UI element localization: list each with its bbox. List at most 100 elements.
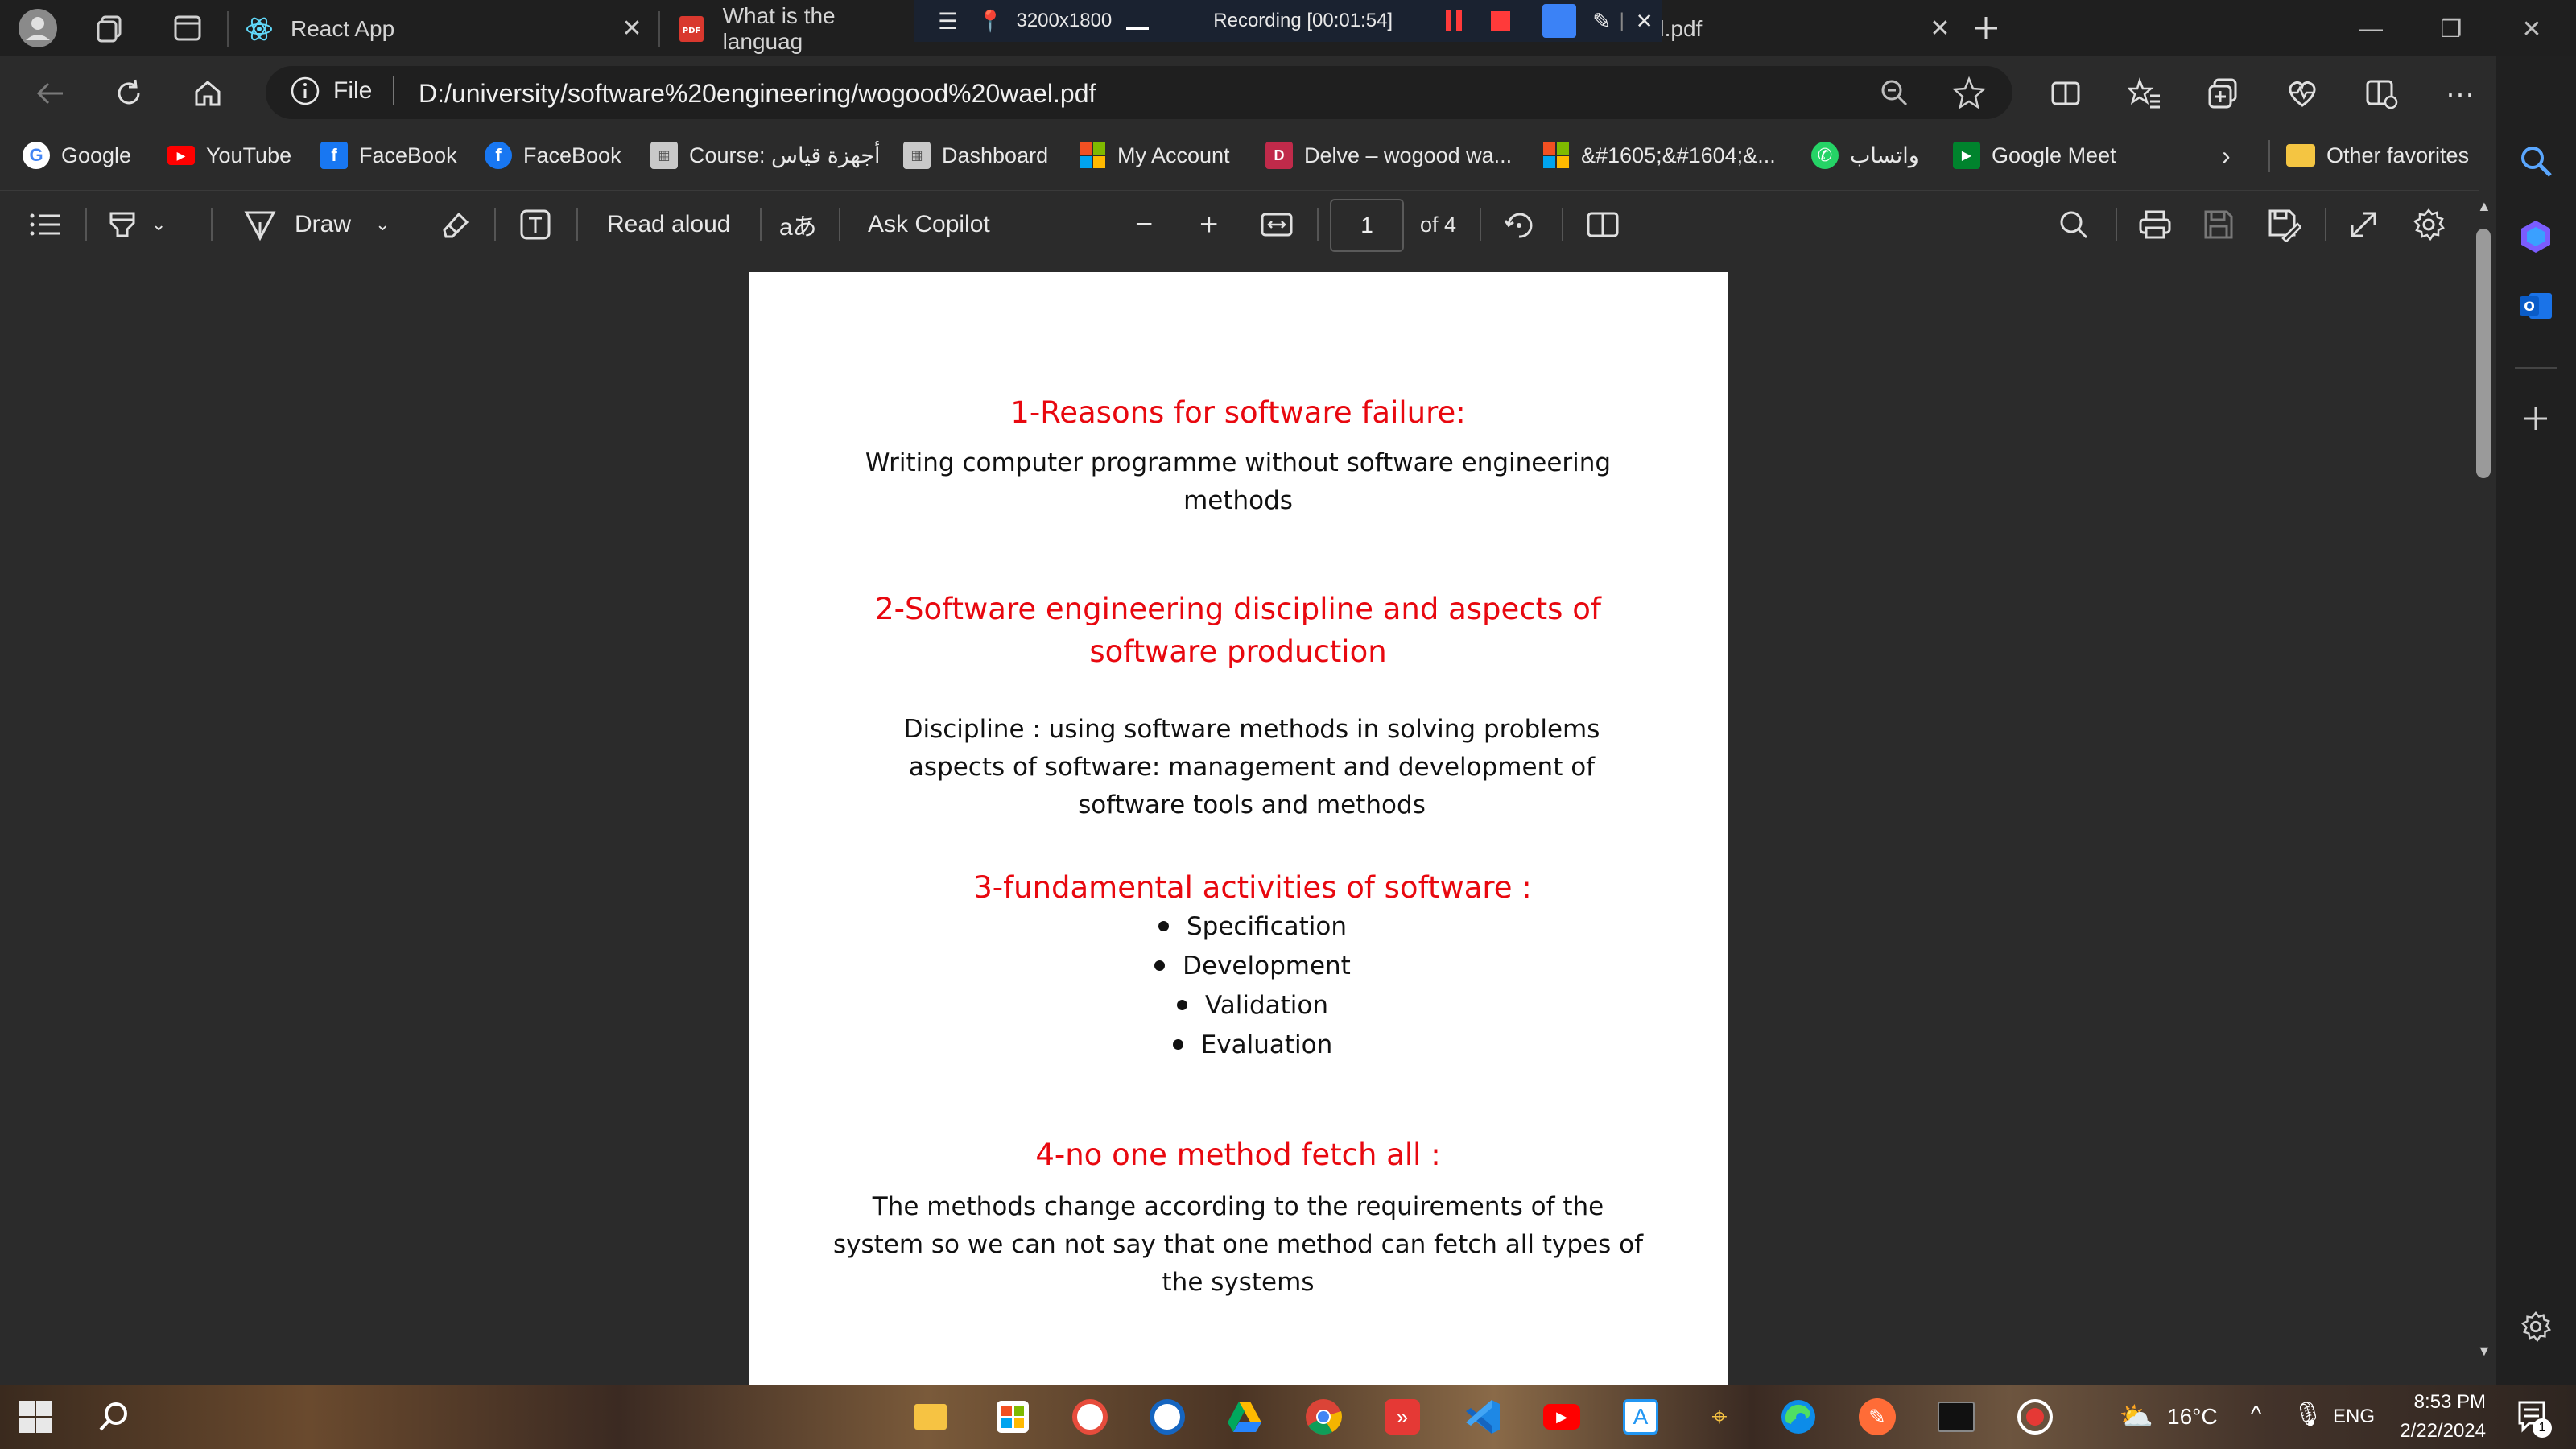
more-icon[interactable]: ···	[2438, 71, 2483, 116]
text-icon[interactable]	[518, 202, 552, 247]
app-store-icon[interactable]: A	[1618, 1394, 1663, 1439]
store-icon[interactable]	[990, 1394, 1035, 1439]
app-icon[interactable]: ⌖	[1697, 1394, 1742, 1439]
home-icon[interactable]	[185, 71, 230, 116]
restore-button[interactable]: ❐	[2415, 6, 2487, 52]
sidebar-settings-icon[interactable]	[2512, 1302, 2560, 1351]
terminal-icon[interactable]	[1934, 1394, 1979, 1439]
taskbar-search-icon[interactable]	[92, 1394, 137, 1439]
pen-icon[interactable]: ✎	[1592, 8, 1611, 35]
tab-language[interactable]: PDF What is the languag	[678, 3, 919, 54]
postman-icon[interactable]: ✎	[1855, 1394, 1900, 1439]
search-icon[interactable]	[2058, 202, 2090, 247]
vscode-icon[interactable]	[1460, 1394, 1505, 1439]
start-icon[interactable]	[13, 1394, 58, 1439]
highlight-button[interactable]: ⌄	[106, 202, 166, 247]
menu-icon[interactable]: ☰	[938, 8, 958, 35]
favorite-whatsapp[interactable]: ✆ واتساب	[1811, 137, 1919, 174]
draw-button[interactable]: Draw ⌄	[243, 202, 390, 247]
eraser-icon[interactable]	[438, 202, 472, 247]
fullscreen-icon[interactable]	[2347, 202, 2380, 247]
pin-icon[interactable]: 📍	[977, 9, 1003, 34]
app-icon[interactable]: »	[1380, 1394, 1425, 1439]
stop-icon[interactable]	[1491, 11, 1511, 31]
translate-button[interactable]: aあ	[779, 202, 817, 247]
refresh-icon[interactable]	[106, 71, 151, 116]
star-icon[interactable]	[1946, 70, 1992, 115]
favorite-dashboard[interactable]: ▦ Dashboard	[903, 137, 1048, 174]
print-icon[interactable]	[2138, 202, 2172, 247]
contents-icon[interactable]	[29, 202, 61, 247]
save-as-icon[interactable]	[2267, 202, 2301, 247]
chevron-down-icon[interactable]: ⌄	[375, 214, 390, 235]
settings-icon[interactable]	[2412, 202, 2446, 247]
favorite-facebook-1[interactable]: f FaceBook	[320, 137, 457, 174]
zoom-icon[interactable]	[1872, 70, 1917, 115]
notification-icon[interactable]: 1	[2510, 1394, 2555, 1439]
favorite-my-account[interactable]: My Account	[1079, 137, 1230, 174]
minimize-button[interactable]: —	[2334, 6, 2407, 52]
zoom-out-button[interactable]: −	[1135, 202, 1153, 247]
back-icon[interactable]	[27, 71, 72, 116]
zoom-in-button[interactable]: +	[1199, 202, 1218, 247]
favorite-facebook-2[interactable]: f FaceBook	[485, 137, 621, 174]
scroll-up-icon[interactable]: ▲	[2477, 198, 2491, 215]
fit-width-icon[interactable]	[1261, 202, 1293, 247]
close-window-button[interactable]: ✕	[2496, 6, 2568, 52]
address-bar[interactable]: File D:/university/software%20engineerin…	[266, 66, 2013, 119]
edge-icon[interactable]	[1776, 1394, 1821, 1439]
microphone-icon[interactable]: 🎙	[2293, 1401, 2323, 1429]
favorite-google-meet[interactable]: ▶ Google Meet	[1953, 137, 2116, 174]
tab-wael-pdf[interactable]: wael.pdf ✕	[1618, 6, 1956, 52]
app-icon[interactable]	[1067, 1394, 1113, 1439]
copilot-sidebar-icon[interactable]	[2512, 213, 2560, 261]
clock-time[interactable]: 8:53 PM	[2397, 1391, 2486, 1414]
browser-essentials-icon[interactable]	[2359, 71, 2404, 116]
new-tab-icon[interactable]	[1966, 8, 2006, 48]
camera-icon[interactable]	[1542, 4, 1577, 38]
save-icon[interactable]	[2202, 202, 2235, 247]
tab-actions-icon[interactable]	[167, 8, 208, 48]
scrollbar-thumb[interactable]	[2476, 229, 2491, 478]
google-drive-icon[interactable]	[1222, 1394, 1267, 1439]
add-sidebar-app-icon[interactable]	[2512, 394, 2560, 443]
performance-icon[interactable]	[2280, 71, 2325, 116]
favorite-course[interactable]: ▦ Course: أجهزة قياس	[650, 137, 880, 174]
workspaces-icon[interactable]	[90, 8, 130, 48]
favorite-delve[interactable]: D Delve – wogood wa...	[1265, 137, 1512, 174]
chrome-icon[interactable]	[1301, 1394, 1346, 1439]
chevron-up-icon[interactable]: ^	[2251, 1401, 2261, 1426]
tab-react-app[interactable]: React App ✕	[246, 6, 648, 52]
favorites-icon[interactable]	[2122, 71, 2167, 116]
site-info-button[interactable]: File	[290, 76, 395, 106]
language-indicator[interactable]: ENG	[2333, 1406, 2375, 1428]
other-favorites[interactable]: Other favorites	[2286, 137, 2469, 174]
page-number-input[interactable]: 1	[1330, 199, 1404, 252]
clock-date[interactable]: 2/22/2024	[2383, 1420, 2486, 1443]
scrollbar[interactable]: ▲ ▼	[2473, 193, 2494, 1368]
read-aloud-button[interactable]: Read aloud	[607, 202, 730, 247]
close-tab-icon[interactable]: ✕	[1924, 13, 1956, 45]
ask-copilot-button[interactable]: Ask Copilot	[868, 202, 990, 247]
scroll-down-icon[interactable]: ▼	[2477, 1343, 2491, 1360]
rotate-icon[interactable]	[1502, 202, 1536, 247]
app-icon[interactable]	[1145, 1394, 1190, 1439]
close-tab-icon[interactable]: ✕	[616, 13, 648, 45]
page-view-icon[interactable]	[1586, 202, 1620, 247]
file-explorer-icon[interactable]	[908, 1394, 953, 1439]
profile-icon[interactable]	[18, 8, 58, 48]
chevron-right-icon[interactable]: ›	[2222, 137, 2231, 174]
collections-icon[interactable]	[2201, 71, 2246, 116]
youtube-taskbar-icon[interactable]: ▶	[1539, 1394, 1584, 1439]
split-screen-icon[interactable]	[2043, 71, 2088, 116]
outlook-icon[interactable]: O	[2512, 282, 2560, 330]
record-icon[interactable]	[2013, 1394, 2058, 1439]
pause-icon[interactable]	[1446, 10, 1467, 32]
favorite-entity[interactable]: &#1605;&#1604;&...	[1542, 137, 1776, 174]
page-total: of 4	[1420, 212, 1457, 237]
favorite-youtube[interactable]: ▶ YouTube	[167, 137, 291, 174]
chevron-down-icon[interactable]: ⌄	[151, 214, 166, 235]
sidebar-search-icon[interactable]	[2512, 137, 2560, 185]
close-recording-icon[interactable]: ✕	[1636, 9, 1653, 34]
favorite-google[interactable]: G Google	[23, 137, 131, 174]
